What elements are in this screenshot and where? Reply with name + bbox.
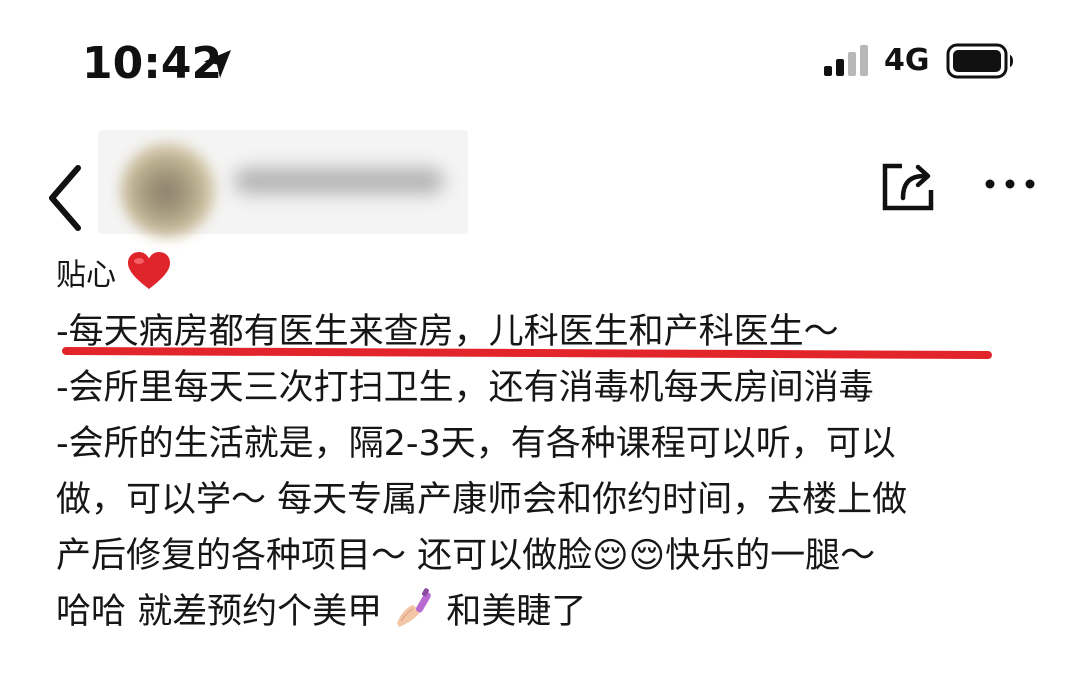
post-line: -会所里每天三次打扫卫生，还有消毒机每天房间消毒 (56, 368, 874, 408)
signal-bars-icon (824, 45, 868, 76)
avatar[interactable] (120, 142, 216, 238)
post-line: 做，可以学～ 每天专属产康师会和你约时间，去楼上做 (56, 480, 908, 520)
post-title: 贴心 (56, 258, 116, 293)
post-line: 产后修复的各种项目～ 还可以做脸😌😌快乐的一腿～ (56, 536, 876, 576)
location-arrow-icon (204, 50, 231, 78)
status-bar: 10:42 4G (0, 0, 1080, 120)
nail-polish-icon (397, 588, 432, 627)
post-line-last: 哈哈 就差预约个美甲 和美睫了 (56, 584, 1056, 640)
post-line: -每天病房都有医生来查房，儿科医生和产科医生～ (56, 312, 839, 352)
network-type-label: 4G (884, 43, 930, 78)
more-dots-icon[interactable] (982, 164, 1038, 204)
post-header (0, 120, 1080, 240)
post-line: -会所的生活就是，隔2-3天，有各种课程可以听，可以 (56, 424, 896, 464)
battery-icon (946, 43, 1013, 79)
post-line-text-end: 和美睫了 (446, 592, 587, 632)
author-info-blurred[interactable] (98, 130, 468, 238)
share-icon[interactable] (878, 154, 938, 214)
red-heart-icon (127, 252, 170, 289)
author-name-blurred[interactable] (234, 168, 444, 194)
back-chevron-icon[interactable] (42, 160, 86, 236)
post-title-line: 贴心 (56, 248, 1056, 304)
post-line-text: 哈哈 就差预约个美甲 (56, 592, 383, 632)
post-body: 贴心 -每天病房都有医生来查房，儿科医生和产科医生～ -会所里每天三次打扫卫生，… (56, 248, 1056, 640)
